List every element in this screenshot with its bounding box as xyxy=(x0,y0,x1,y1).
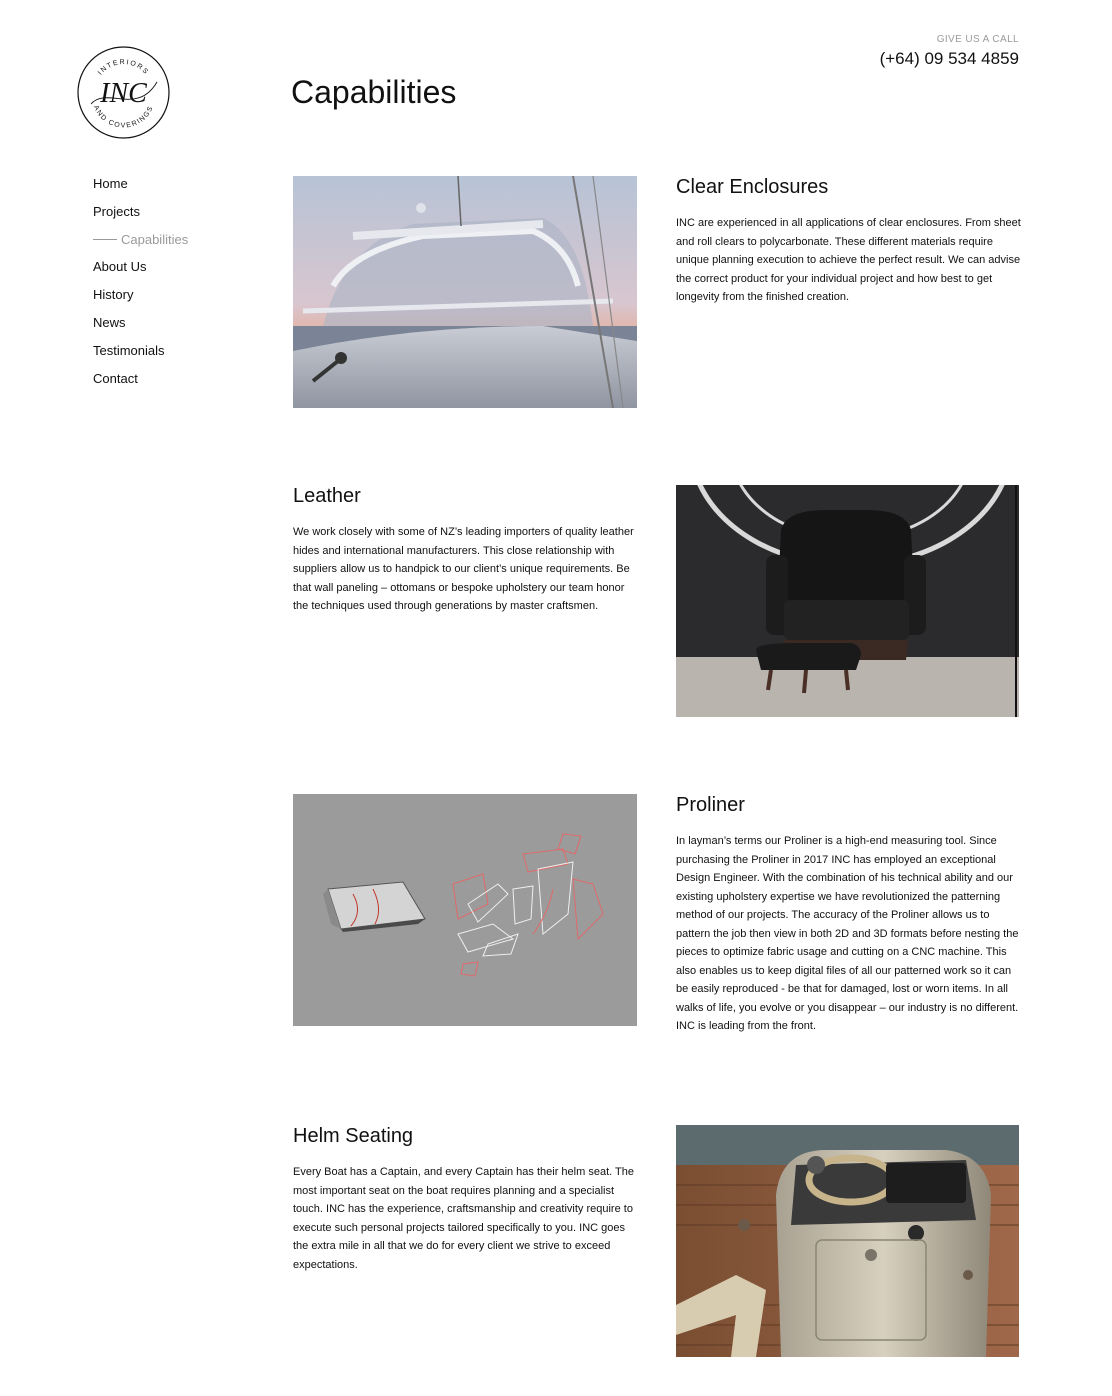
sidebar-nav: Home Projects Capabilities About Us Hist… xyxy=(93,176,188,398)
section-text-clear-enclosures: INC are experienced in all applications … xyxy=(676,217,1021,303)
call-label: GIVE US A CALL xyxy=(936,34,1019,45)
page-title: Capabilities xyxy=(291,74,457,110)
phone-link[interactable]: (+64) 09 534 4859 xyxy=(880,49,1019,69)
nav-item-home[interactable]: Home xyxy=(93,176,188,204)
nav-item-testimonials[interactable]: Testimonials xyxy=(93,343,188,371)
nav-item-about-us[interactable]: About Us xyxy=(93,259,188,287)
section-title-leather: Leather xyxy=(293,485,361,507)
section-title-proliner: Proliner xyxy=(676,794,745,816)
section-text-proliner: In layman’s terms our Proliner is a high… xyxy=(676,835,1019,1032)
proliner-photo xyxy=(293,794,637,1026)
svg-text:INC: INC xyxy=(99,78,147,109)
section-text-leather: We work closely with some of NZ’s leadin… xyxy=(293,526,634,612)
active-indicator xyxy=(93,238,117,240)
nav-item-news[interactable]: News xyxy=(93,315,188,343)
leather-photo xyxy=(676,485,1019,717)
nav-item-contact[interactable]: Contact xyxy=(93,371,188,399)
svg-text:INTERIORS: INTERIORS xyxy=(97,59,150,77)
nav-item-history[interactable]: History xyxy=(93,287,188,315)
helm-seating-photo xyxy=(676,1125,1019,1357)
nav-item-capabilities[interactable]: Capabilities xyxy=(93,232,188,260)
section-title-clear-enclosures: Clear Enclosures xyxy=(676,176,829,198)
nav-item-projects[interactable]: Projects xyxy=(93,204,188,232)
nav-item-label: Capabilities xyxy=(121,231,189,247)
section-title-helm-seating: Helm Seating xyxy=(293,1125,414,1147)
call-block: GIVE US A CALL (+64) 09 534 4859 xyxy=(880,34,1019,69)
clear-enclosures-photo xyxy=(293,176,637,408)
section-text-helm-seating: Every Boat has a Captain, and every Capt… xyxy=(293,1166,634,1271)
inc-logo[interactable]: INTERIORS AND COVERINGS INC xyxy=(77,46,170,139)
